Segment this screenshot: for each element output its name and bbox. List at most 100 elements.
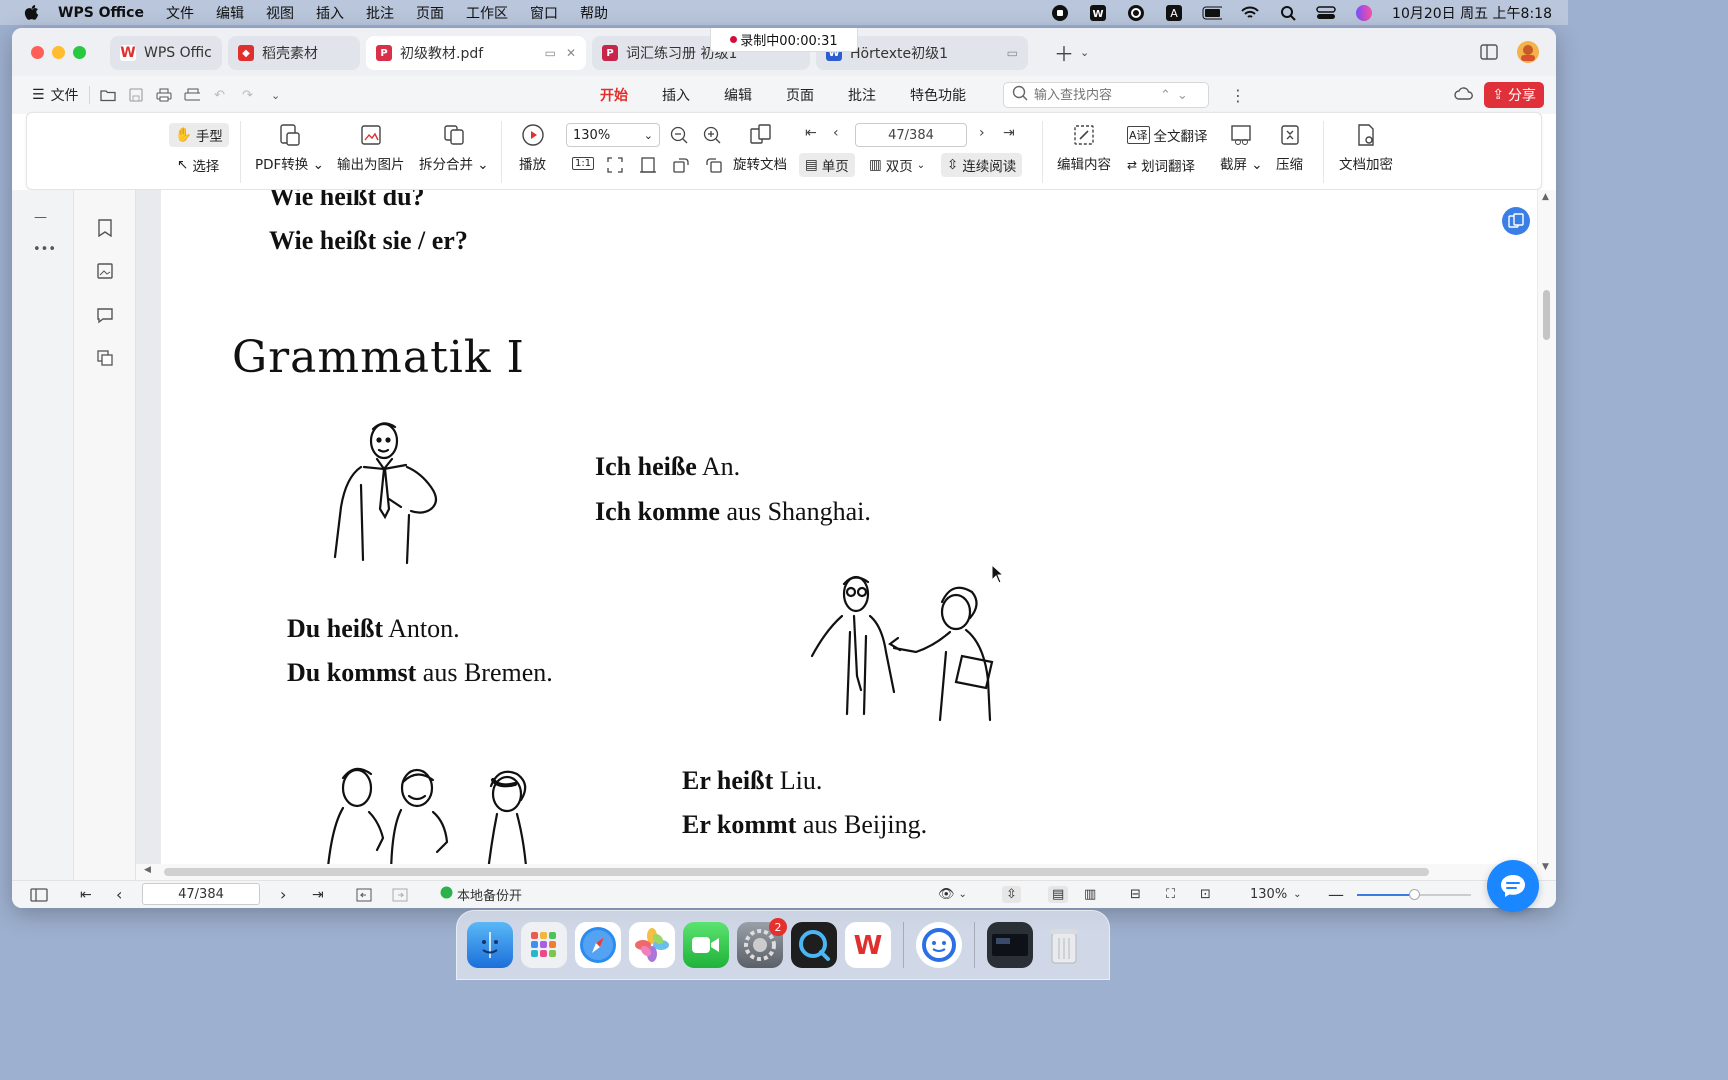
page-number-input[interactable]: 47/384: [855, 123, 967, 147]
safari-icon[interactable]: [575, 922, 621, 968]
photos-icon[interactable]: [629, 922, 675, 968]
menubar-item-file[interactable]: 文件: [166, 3, 194, 23]
full-translate-button[interactable]: A译 全文翻译: [1127, 125, 1208, 145]
menubar-item-window[interactable]: 窗口: [530, 3, 558, 23]
assistant-app-icon[interactable]: [916, 922, 962, 968]
monitor-icon[interactable]: ▭: [545, 46, 556, 60]
search-box[interactable]: ⌃ ⌄: [1003, 82, 1209, 108]
print-preview-icon[interactable]: [184, 87, 200, 103]
monitor-icon[interactable]: ▭: [1007, 46, 1018, 60]
screenshot-button[interactable]: 截屏 ⌄: [1220, 123, 1263, 173]
menubar-item-page[interactable]: 页面: [416, 3, 444, 23]
menubar-app-name[interactable]: WPS Office: [58, 5, 144, 21]
single-page-button[interactable]: ▤ 单页: [799, 153, 855, 177]
zoom-out-icon[interactable]: [670, 126, 688, 148]
eye-protection-toggle[interactable]: 👁 ⌄: [938, 887, 967, 902]
attachment-icon[interactable]: [95, 348, 115, 368]
file-menu-button[interactable]: ☰ 文件: [32, 85, 79, 105]
double-page-button[interactable]: ▥ 双页 ⌄: [869, 155, 925, 175]
play-button[interactable]: 播放: [519, 123, 546, 173]
quicktime-icon[interactable]: [791, 922, 837, 968]
menubar-item-view[interactable]: 视图: [266, 3, 294, 23]
close-window-button[interactable]: [31, 45, 44, 59]
hand-tool-button[interactable]: ✋ 手型: [169, 123, 229, 147]
status-first-page-icon[interactable]: ⇤: [80, 887, 92, 903]
finder-icon[interactable]: [467, 922, 513, 968]
status-next-page-icon[interactable]: ›: [280, 885, 286, 904]
search-prev-icon[interactable]: ⌃: [1160, 88, 1171, 103]
menubar-item-help[interactable]: 帮助: [580, 3, 608, 23]
encrypt-document-button[interactable]: 文档加密: [1339, 123, 1393, 173]
redo-icon[interactable]: ↷: [240, 87, 256, 103]
double-view-icon[interactable]: ▥: [1084, 887, 1096, 902]
apple-icon[interactable]: [22, 4, 42, 22]
open-folder-icon[interactable]: [99, 87, 116, 103]
scroll-up-arrow-icon[interactable]: ▲: [1542, 192, 1549, 202]
tab-page[interactable]: 页面: [786, 85, 814, 105]
minimize-window-button[interactable]: [52, 45, 65, 59]
save-icon[interactable]: [128, 87, 144, 103]
fit-page-status-icon[interactable]: ⛶: [1166, 887, 1175, 902]
tab-textbook-pdf[interactable]: P 初级教材.pdf ▭ ✕: [366, 36, 586, 70]
scroll-down-arrow-icon[interactable]: ▼: [1542, 862, 1549, 872]
trash-icon[interactable]: [1041, 922, 1087, 968]
search-input[interactable]: [1034, 87, 1154, 103]
single-view-icon[interactable]: ▤: [1048, 886, 1069, 903]
wps-tray-icon[interactable]: W: [1088, 4, 1108, 22]
document-viewer[interactable]: Wie heißt du? Wie heißt sie / er? Gramma…: [136, 190, 1538, 880]
more-options-icon[interactable]: ⋮: [1230, 86, 1246, 105]
rotate-document-button[interactable]: 旋转文档: [733, 123, 787, 173]
floating-convert-button[interactable]: [1502, 207, 1530, 235]
sidebar-toggle-icon[interactable]: [1480, 44, 1498, 64]
print-icon[interactable]: [156, 87, 172, 103]
spotlight-search-icon[interactable]: [1278, 4, 1298, 22]
zoom-slider-knob[interactable]: [1409, 889, 1420, 900]
wps-office-dock-icon[interactable]: W: [845, 922, 891, 968]
wifi-icon[interactable]: [1240, 4, 1260, 22]
zoom-out-status-icon[interactable]: —: [1328, 885, 1344, 904]
comment-icon[interactable]: [95, 305, 115, 325]
first-page-icon[interactable]: ⇤: [805, 125, 817, 141]
actual-size-icon[interactable]: 1:1: [572, 157, 595, 170]
split-merge-button[interactable]: 拆分合并 ⌄: [419, 123, 489, 173]
compress-button[interactable]: 压缩: [1276, 123, 1303, 173]
vertical-scrollbar[interactable]: ▲ ▼: [1538, 190, 1556, 880]
fit-page-icon[interactable]: [606, 156, 624, 178]
search-next-icon[interactable]: ⌄: [1177, 88, 1188, 103]
new-tab-button[interactable]: ＋ ⌄: [1054, 38, 1089, 67]
fit-width-icon[interactable]: [639, 156, 657, 178]
status-prev-page-icon[interactable]: ‹: [116, 885, 122, 904]
menubar-item-insert[interactable]: 插入: [316, 3, 344, 23]
menubar-item-comment[interactable]: 批注: [366, 3, 394, 23]
last-page-icon[interactable]: ⇥: [1003, 125, 1015, 141]
status-last-page-icon[interactable]: ⇥: [312, 887, 324, 903]
menubar-item-edit[interactable]: 编辑: [216, 3, 244, 23]
edit-content-button[interactable]: 编辑内容: [1057, 123, 1111, 173]
menubar-item-workspace[interactable]: 工作区: [466, 3, 508, 23]
tab-comment[interactable]: 批注: [848, 85, 876, 105]
thumbnail-icon[interactable]: [95, 261, 115, 281]
status-page-input[interactable]: 47/384: [142, 883, 260, 905]
horizontal-scrollbar[interactable]: ◀: [136, 864, 1538, 880]
tab-edit[interactable]: 编辑: [724, 85, 752, 105]
facetime-icon[interactable]: [683, 922, 729, 968]
zoom-in-icon[interactable]: [703, 126, 721, 148]
horizontal-scroll-thumb[interactable]: [164, 868, 1429, 876]
tab-start[interactable]: 开始: [600, 85, 628, 114]
battery-icon[interactable]: [1202, 4, 1223, 22]
pdf-convert-button[interactable]: PDF转换 ⌄: [255, 123, 324, 173]
close-tab-icon[interactable]: ✕: [566, 46, 576, 60]
tab-docer-assets[interactable]: ◆ 稻壳素材: [228, 36, 360, 70]
share-button[interactable]: ⇪ 分享: [1484, 82, 1544, 108]
recording-indicator[interactable]: 录制中00:00:31: [710, 28, 858, 52]
continuous-view-icon[interactable]: ⇳: [1002, 886, 1021, 903]
system-settings-icon[interactable]: 2: [737, 918, 787, 968]
maximize-window-button[interactable]: [73, 45, 86, 59]
rotate-left-icon[interactable]: [672, 156, 690, 178]
record-stop-icon[interactable]: [1050, 4, 1070, 22]
select-tool-button[interactable]: ↖ 选择: [177, 155, 219, 175]
zoom-slider[interactable]: [1357, 889, 1471, 900]
chevron-down-icon[interactable]: ⌄: [268, 87, 284, 103]
book-view-icon[interactable]: ⊟: [1130, 887, 1141, 902]
word-translate-button[interactable]: ⇄ 划词翻译: [1127, 155, 1195, 175]
